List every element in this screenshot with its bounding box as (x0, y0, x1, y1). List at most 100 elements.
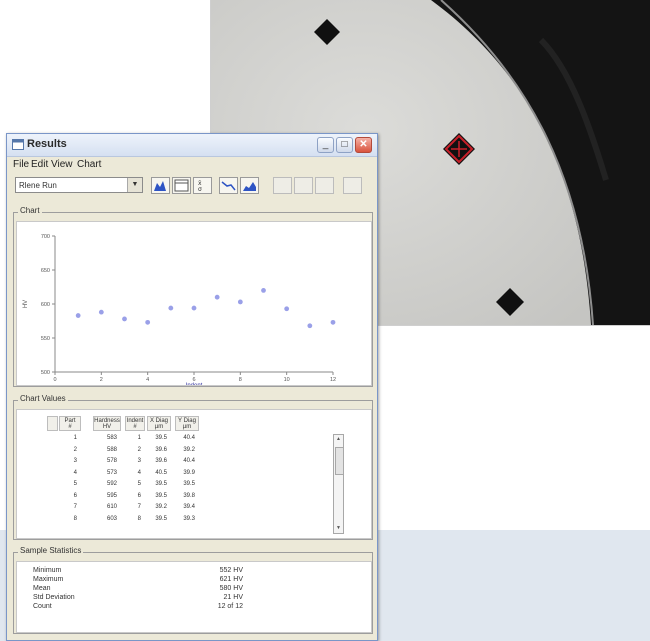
table-row[interactable]: 1 583 1 39.5 40.4 (47, 433, 359, 445)
sample-statistics-label: Sample Statistics (18, 546, 84, 555)
scroll-down-icon[interactable]: ▼ (334, 524, 343, 533)
table-cell: 39.2 (183, 446, 195, 453)
table-cell: 5 (137, 481, 141, 487)
x-tick-label-1: 2 (100, 377, 103, 383)
table-row[interactable]: 8 603 8 39.5 39.3 (47, 514, 359, 526)
table-cell: 4 (73, 469, 77, 476)
results-window: Results _ □ ✕ File Edit View Chart Rlene… (6, 133, 378, 641)
toolbar-button-disabled-4[interactable] (343, 177, 362, 194)
stat-label: Count (33, 603, 52, 610)
column-header-3[interactable]: X Diag µm (147, 416, 171, 431)
stat-value: 580 HV (219, 585, 243, 592)
stat-value: 12 of 12 (217, 603, 243, 610)
stat-label: Minimum (33, 567, 62, 574)
scroll-thumb[interactable] (335, 447, 344, 475)
histogram-icon (154, 181, 166, 191)
x-tick-label-4: 8 (239, 377, 242, 383)
run-select[interactable]: Rlene Run ▼ (15, 177, 143, 193)
column-header-4[interactable]: Y Diag µm (175, 416, 199, 431)
table-cell: 40.4 (183, 435, 195, 441)
x-axis-label: Indent (186, 383, 203, 385)
table-cell: 39.4 (183, 504, 195, 510)
table-cell: 40.5 (155, 469, 167, 476)
table-cell: 588 (106, 446, 117, 453)
data-point-4 (145, 319, 151, 325)
line-chart-icon (221, 181, 236, 191)
toolbar-button-disabled-1[interactable] (273, 177, 292, 194)
stat-row: Std Deviation 21 HV (33, 594, 273, 603)
maximize-button[interactable]: □ (336, 137, 353, 153)
minimize-icon: _ (322, 139, 329, 150)
table-cell: 3 (73, 458, 77, 464)
menu-file[interactable]: File (13, 159, 29, 170)
column-header-1[interactable]: Hardness HV (93, 416, 121, 431)
toolbar-button-disabled-3[interactable] (315, 177, 334, 194)
table-row[interactable]: 5 592 5 39.5 39.5 (47, 479, 359, 491)
y-tick-label-2: 600 (41, 302, 50, 308)
table-cell: 595 (106, 492, 117, 499)
table-cell: 39.8 (183, 492, 195, 499)
values-scrollbar[interactable]: ▲ ▼ (333, 434, 344, 534)
data-point-9 (261, 288, 266, 293)
scroll-up-icon[interactable]: ▲ (334, 435, 343, 444)
data-point-3 (122, 316, 127, 322)
sample-statistics-group: Sample Statistics Minimum 552 HV Maximum 62… (13, 546, 373, 634)
area-chart-button[interactable] (240, 177, 259, 194)
stat-label: Mean (33, 585, 51, 592)
table-cell: 592 (106, 481, 117, 487)
table-row[interactable]: 4 573 4 40.5 39.9 (47, 468, 359, 480)
histogram-chart-button[interactable] (151, 177, 170, 194)
table-cell: 1 (73, 435, 77, 441)
data-point-1 (75, 313, 81, 318)
stat-value: 21 HV (223, 594, 243, 601)
table-cell: 7 (137, 504, 141, 510)
table-cell: 6 (73, 492, 77, 499)
y-tick-label-0: 700 (41, 234, 50, 240)
stat-label: Maximum (33, 576, 64, 583)
table-cell: 39.5 (183, 481, 195, 487)
maximize-icon: □ (341, 139, 348, 150)
svg-text:σ: σ (198, 186, 202, 193)
stat-value: 552 HV (219, 567, 243, 574)
line-chart-button[interactable] (219, 177, 238, 194)
table-row[interactable]: 2 588 2 39.6 39.2 (47, 445, 359, 457)
table-cell: 4 (137, 469, 141, 476)
table-view-button[interactable] (172, 177, 191, 194)
table-cell: 2 (73, 446, 77, 453)
table-cell: 39.9 (183, 469, 195, 476)
table-icon (174, 179, 189, 192)
menu-view[interactable]: View (51, 159, 73, 170)
y-tick-label-3: 550 (41, 336, 50, 342)
table-cell: 2 (137, 446, 141, 453)
data-point-8 (237, 299, 243, 305)
column-header-0[interactable]: Part # (59, 416, 81, 431)
table-cell: 5 (73, 481, 77, 487)
table-row[interactable]: 7 610 7 39.2 39.4 (47, 502, 359, 514)
minimize-button[interactable]: _ (317, 137, 334, 153)
table-cell: 6 (137, 492, 141, 499)
stat-row: Maximum 621 HV (33, 576, 273, 585)
sample-statistics-panel: Minimum 552 HV Maximum 621 HV Mean 580 HV Std … (16, 561, 372, 633)
stat-value: 621 HV (219, 576, 243, 583)
title-bar[interactable]: Results _ □ ✕ (7, 134, 377, 157)
statistics-button[interactable]: x̄ σ (193, 177, 212, 194)
table-cell: 39.5 (155, 492, 167, 499)
table-cell: 610 (106, 504, 117, 510)
menu-bar: File Edit View Chart (7, 157, 377, 173)
table-row[interactable]: 3 578 3 39.6 40.4 (47, 456, 359, 468)
toolbar-button-disabled-2[interactable] (294, 177, 313, 194)
column-header-2[interactable]: Indent # (125, 416, 145, 431)
menu-edit[interactable]: Edit (31, 159, 48, 170)
area-chart-icon (243, 182, 256, 191)
table-row[interactable]: 6 595 6 39.5 39.8 (47, 491, 359, 503)
menu-chart[interactable]: Chart (77, 159, 101, 170)
table-cell: 583 (106, 435, 117, 441)
table-cell: 39.3 (183, 515, 195, 522)
values-table-header: Part # Hardness HV Indent # X Diag µm Y Diag… (47, 416, 359, 433)
table-cell: 573 (106, 469, 117, 476)
table-cell: 8 (137, 515, 141, 522)
table-cell: 578 (106, 458, 117, 464)
close-button[interactable]: ✕ (355, 137, 372, 153)
x-tick-label-6: 12 (330, 377, 336, 383)
values-table: Part # Hardness HV Indent # X Diag µm Y Diag… (47, 416, 359, 525)
